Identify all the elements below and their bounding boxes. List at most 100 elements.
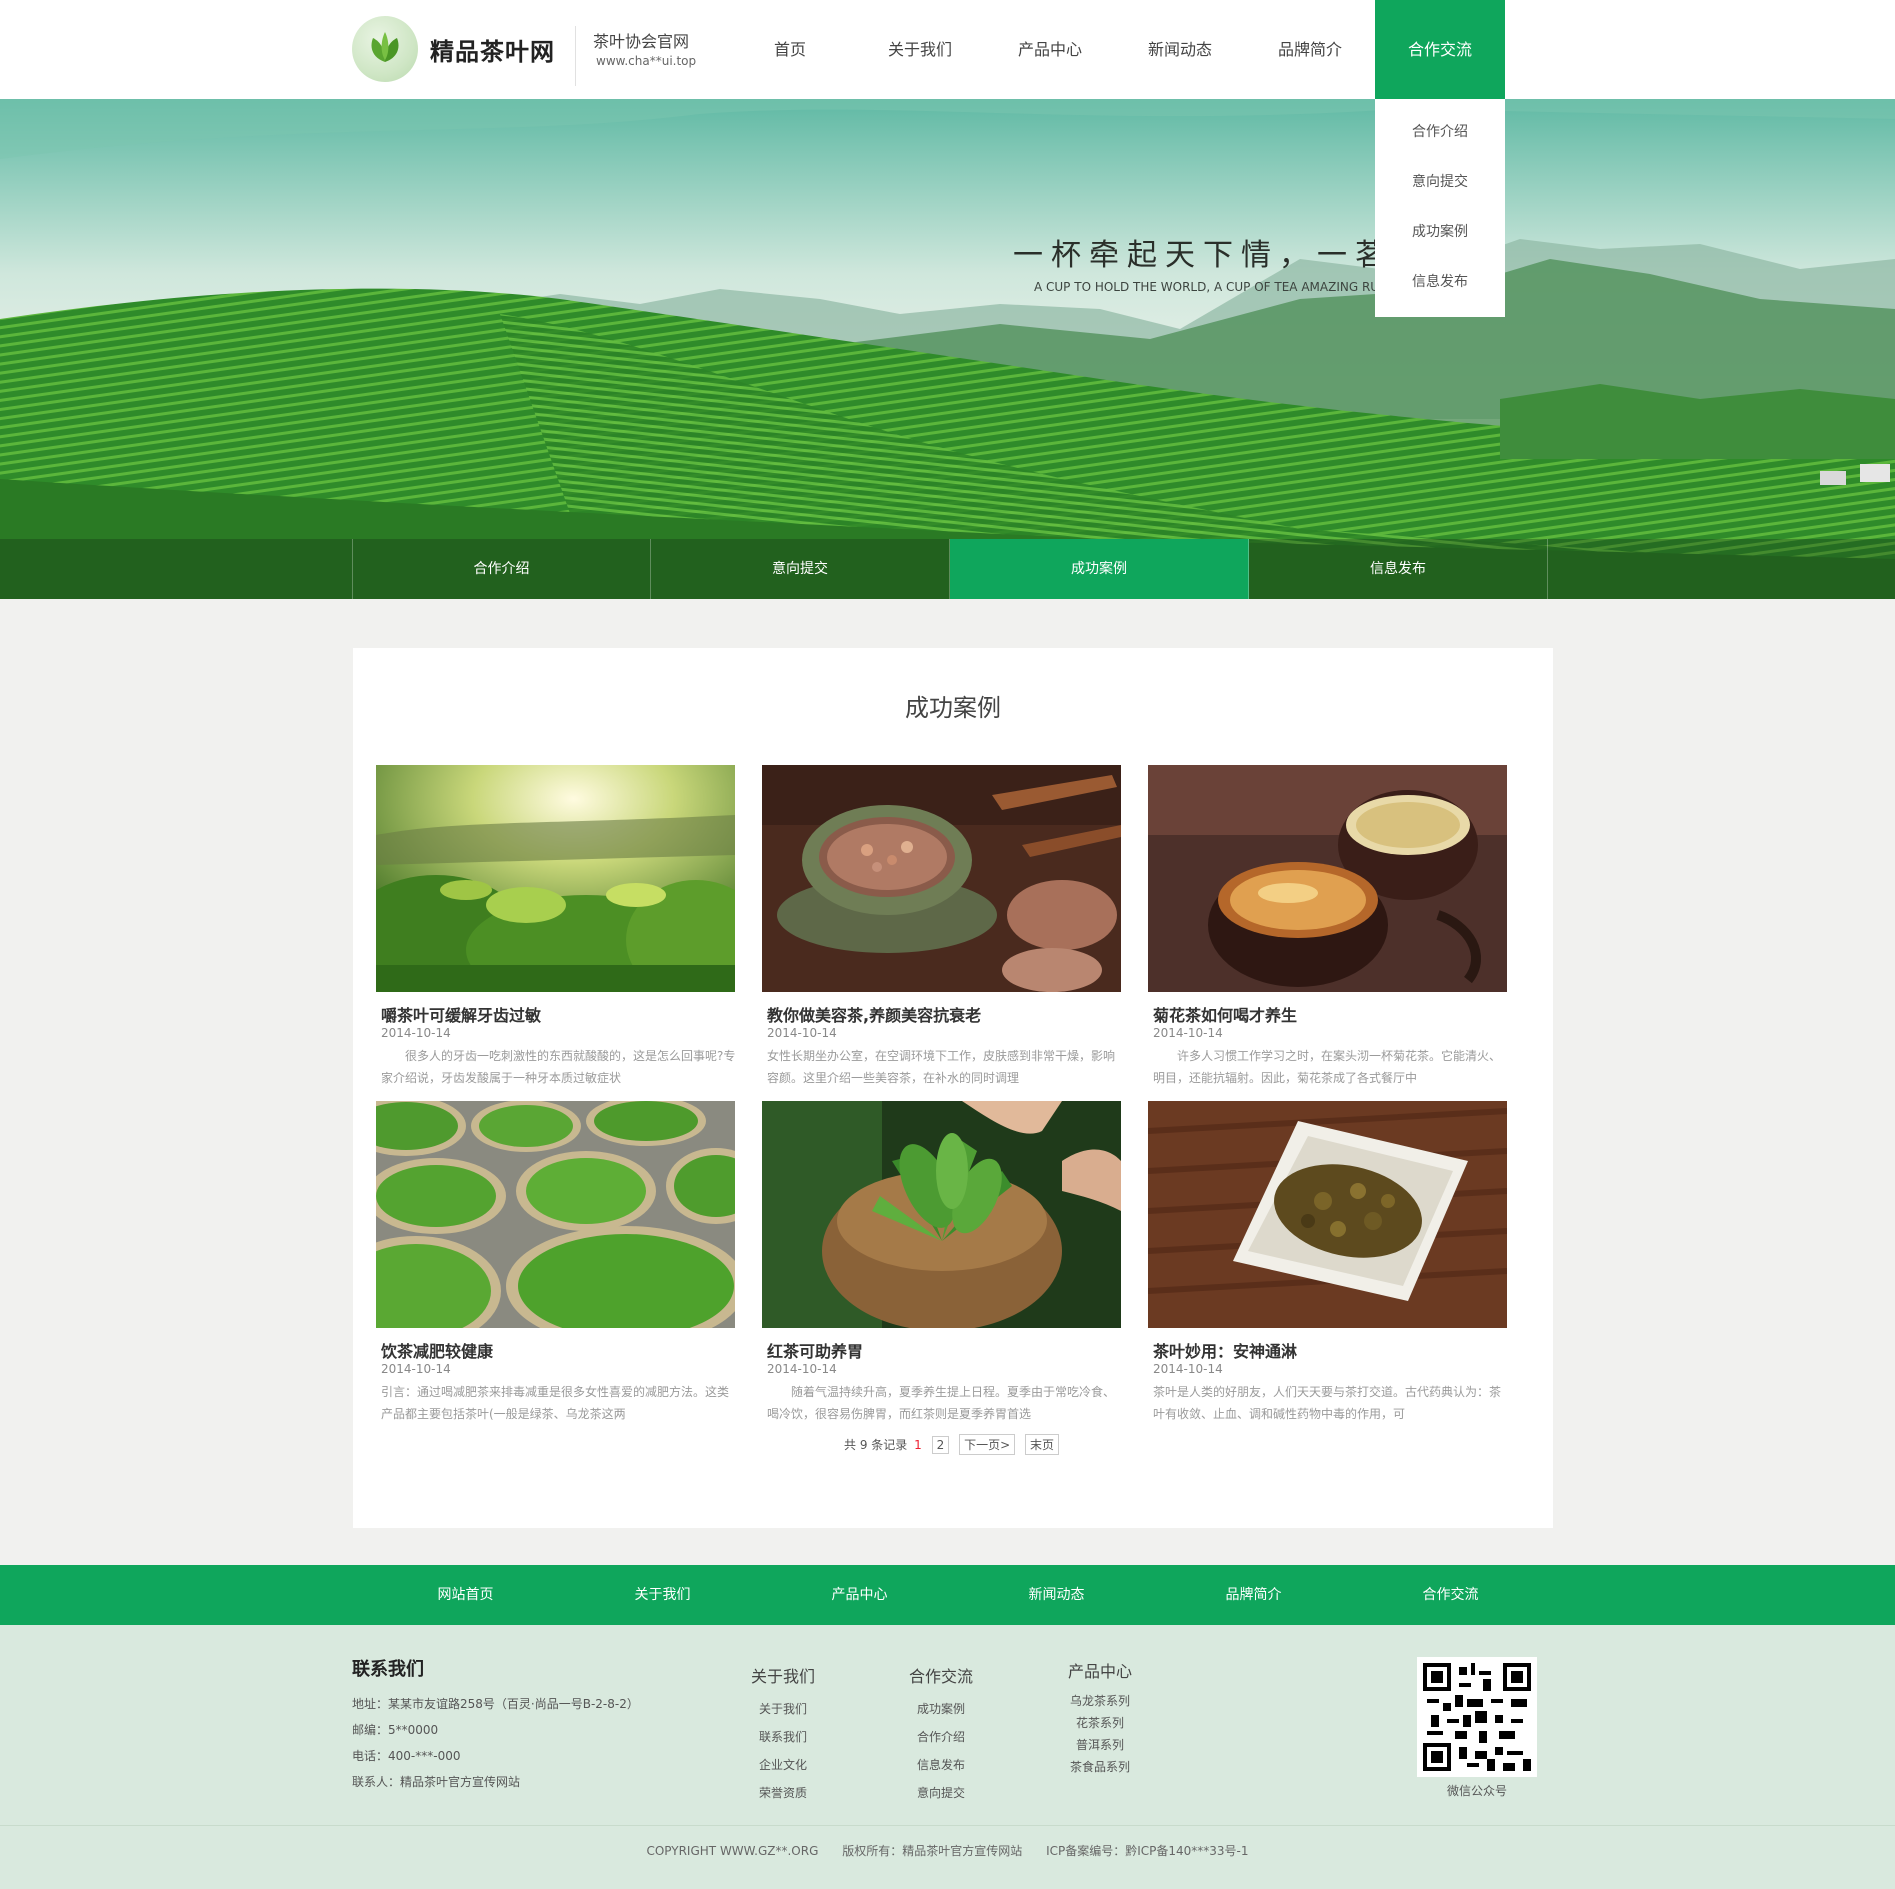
case-summary: 茶叶是人类的好朋友，人们天天要与茶打交道。古代药典认为：茶叶有收敛、止血、调和碱…	[1153, 1385, 1502, 1421]
last-page-link[interactable]: 末页	[1024, 1434, 1059, 1455]
pagination: 共 9 条记录 1 2 下一页> 末页	[353, 1434, 1553, 1455]
case-summary: 女性长期坐办公室，在空调环境下工作，皮肤感到非常干燥，影响容颜。这里介绍一些美容…	[767, 1049, 1116, 1085]
case-image[interactable]	[376, 765, 735, 992]
case-date: 2014-10-14	[1153, 1026, 1223, 1040]
footer-link[interactable]: 意向提交	[881, 1779, 1001, 1807]
case-date: 2014-10-14	[1153, 1362, 1223, 1376]
case-date: 2014-10-14	[381, 1026, 451, 1040]
footer-column-about: 关于我们 关于我们 联系我们 企业文化 荣誉资质	[723, 1663, 843, 1807]
contact-postcode: 邮编：5**0000	[352, 1723, 439, 1737]
dropdown-item-cases[interactable]: 成功案例	[1375, 215, 1505, 265]
nav-brand[interactable]: 品牌简介	[1245, 0, 1375, 99]
dropdown-item-publish[interactable]: 信息发布	[1375, 265, 1505, 315]
case-card[interactable]: 菊花茶如何喝才养生 2014-10-14 许多人习惯工作学习之时，在案头沏一杯菊…	[1148, 765, 1507, 1095]
banner-slogan-en: A CUP TO HOLD THE WORLD, A CUP OF TEA AM…	[1034, 280, 1383, 294]
contact-title: 联系我们	[352, 1659, 424, 1680]
nav-home[interactable]: 首页	[725, 0, 855, 99]
footer-column-title: 合作交流	[908, 1667, 973, 1686]
qr-code-label: 微信公众号	[1446, 1784, 1507, 1798]
footer-column-title: 关于我们	[750, 1667, 815, 1686]
icp-link[interactable]: ICP备案编号：黔ICP备140***33号-1	[1046, 1844, 1248, 1858]
footer-nav-home[interactable]: 网站首页	[367, 1565, 564, 1625]
footer-link[interactable]: 信息发布	[881, 1751, 1001, 1779]
page-2-link[interactable]: 2	[931, 1435, 950, 1454]
nav-news[interactable]: 新闻动态	[1115, 0, 1245, 99]
case-title[interactable]: 嚼茶叶可缓解牙齿过敏	[381, 1002, 541, 1026]
site-tagline: 茶叶协会官网	[593, 32, 690, 51]
case-card[interactable]: 茶叶妙用：安神通淋 2014-10-14 茶叶是人类的好朋友，人们天天要与茶打交…	[1148, 1101, 1507, 1431]
footer-nav-products[interactable]: 产品中心	[761, 1565, 958, 1625]
subnav-intent[interactable]: 意向提交	[651, 539, 950, 599]
logo-name: 精品茶叶网	[430, 37, 555, 66]
copyright-bar: COPYRIGHT WWW.GZ**.ORG 版权所有：精品茶叶官方宣传网站 I…	[0, 1825, 1895, 1889]
case-title[interactable]: 茶叶妙用：安神通淋	[1153, 1338, 1297, 1362]
hero-banner: 一杯牵起天下情，一茗惊人 A CUP TO HOLD THE WORLD, A …	[0, 99, 1895, 599]
footer-column-cooperation: 合作交流 成功案例 合作介绍 信息发布 意向提交	[881, 1663, 1001, 1807]
case-date: 2014-10-14	[381, 1362, 451, 1376]
footer-link[interactable]: 花茶系列	[1040, 1712, 1160, 1734]
footer-nav-about[interactable]: 关于我们	[564, 1565, 761, 1625]
site-footer: 联系我们 地址：某某市友谊路258号（百灵·尚品一号B-2-8-2） 邮编：5*…	[0, 1625, 1895, 1889]
footer-nav-brand[interactable]: 品牌简介	[1155, 1565, 1352, 1625]
case-summary: 很多人的牙齿一吃刺激性的东西就酸酸的，这是怎么回事呢?专家介绍说，牙齿发酸属于一…	[381, 1049, 736, 1085]
nav-about[interactable]: 关于我们	[855, 0, 985, 99]
tea-leaf-logo-icon	[352, 16, 418, 82]
footer-column-products: 产品中心 乌龙茶系列 花茶系列 普洱系列 茶食品系列	[1040, 1658, 1160, 1778]
subnav-cases[interactable]: 成功案例	[950, 539, 1249, 599]
rights-text: 版权所有：精品茶叶官方宣传网站	[842, 1844, 1023, 1858]
case-title[interactable]: 教你做美容茶,养颜美容抗衰老	[767, 1002, 981, 1026]
footer-link[interactable]: 茶食品系列	[1040, 1756, 1160, 1778]
footer-link[interactable]: 企业文化	[723, 1751, 843, 1779]
page-current: 1	[914, 1437, 922, 1452]
footer-column-title: 产品中心	[1067, 1662, 1132, 1681]
case-title[interactable]: 红茶可助养胃	[767, 1338, 863, 1362]
contact-info: 联系我们 地址：某某市友谊路258号（百灵·尚品一号B-2-8-2） 邮编：5*…	[352, 1655, 639, 1795]
footer-link[interactable]: 合作介绍	[881, 1723, 1001, 1751]
page-title: 成功案例	[905, 694, 1001, 722]
dropdown-item-intent[interactable]: 意向提交	[1375, 165, 1505, 215]
dropdown-item-intro[interactable]: 合作介绍	[1375, 115, 1505, 165]
footer-link[interactable]: 联系我们	[723, 1723, 843, 1751]
contact-address: 地址：某某市友谊路258号（百灵·尚品一号B-2-8-2）	[352, 1697, 639, 1711]
cases-panel: 成功案例 嚼茶叶可缓解牙齿过敏 2014-10-14 很多人的牙齿一吃刺激性的东…	[353, 648, 1553, 1528]
case-title[interactable]: 饮茶减肥较健康	[381, 1338, 493, 1362]
tea-plantation-banner-image	[0, 99, 1895, 599]
case-title[interactable]: 菊花茶如何喝才养生	[1153, 1002, 1297, 1026]
section-subnav: 合作介绍 意向提交 成功案例 信息发布	[0, 539, 1895, 599]
footer-link[interactable]: 成功案例	[881, 1695, 1001, 1723]
case-summary: 随着气温持续升高，夏季养生提上日程。夏季由于常吃冷食、喝冷饮，很容易伤脾胃，而红…	[767, 1385, 1116, 1421]
case-card[interactable]: 红茶可助养胃 2014-10-14 随着气温持续升高，夏季养生提上日程。夏季由于…	[762, 1101, 1121, 1431]
subnav-publish[interactable]: 信息发布	[1249, 539, 1548, 599]
footer-nav-news[interactable]: 新闻动态	[958, 1565, 1155, 1625]
case-card[interactable]: 嚼茶叶可缓解牙齿过敏 2014-10-14 很多人的牙齿一吃刺激性的东西就酸酸的…	[376, 765, 735, 1095]
footer-link[interactable]: 乌龙茶系列	[1040, 1690, 1160, 1712]
case-card[interactable]: 饮茶减肥较健康 2014-10-14 引言：通过喝减肥茶来排毒减重是很多女性喜爱…	[376, 1101, 735, 1431]
footer-nav: 网站首页 关于我们 产品中心 新闻动态 品牌简介 合作交流	[0, 1565, 1895, 1625]
copyright-text: COPYRIGHT WWW.GZ**.ORG	[646, 1844, 819, 1858]
contact-person: 联系人：精品茶叶官方宣传网站	[352, 1775, 521, 1789]
case-card[interactable]: 教你做美容茶,养颜美容抗衰老 2014-10-14 女性长期坐办公室，在空调环境…	[762, 765, 1121, 1095]
nav-products[interactable]: 产品中心	[985, 0, 1115, 99]
case-image[interactable]	[376, 1101, 735, 1328]
footer-link[interactable]: 荣誉资质	[723, 1779, 843, 1807]
next-page-link[interactable]: 下一页>	[959, 1434, 1016, 1455]
site-logo[interactable]: 精品茶叶网	[350, 14, 570, 84]
pagination-summary: 共 9 条记录	[844, 1438, 908, 1452]
footer-link[interactable]: 关于我们	[723, 1695, 843, 1723]
site-header: 精品茶叶网 茶叶协会官网 www.cha**ui.top 首页 关于我们 产品中…	[0, 0, 1895, 99]
case-image[interactable]	[1148, 1101, 1507, 1328]
case-image[interactable]	[762, 1101, 1121, 1328]
nav-cooperation[interactable]: 合作交流	[1375, 0, 1505, 99]
wechat-qr-code-icon	[1417, 1657, 1537, 1777]
footer-link[interactable]: 普洱系列	[1040, 1734, 1160, 1756]
case-date: 2014-10-14	[767, 1362, 837, 1376]
contact-phone: 电话：400-***-000	[352, 1749, 461, 1763]
case-image[interactable]	[762, 765, 1121, 992]
case-image[interactable]	[1148, 765, 1507, 992]
header-divider	[575, 26, 576, 86]
footer-nav-cooperation[interactable]: 合作交流	[1352, 1565, 1549, 1625]
site-url: www.cha**ui.top	[596, 54, 697, 68]
cooperation-dropdown-menu: 合作介绍 意向提交 成功案例 信息发布	[1375, 99, 1505, 317]
subnav-intro[interactable]: 合作介绍	[352, 539, 651, 599]
case-date: 2014-10-14	[767, 1026, 837, 1040]
